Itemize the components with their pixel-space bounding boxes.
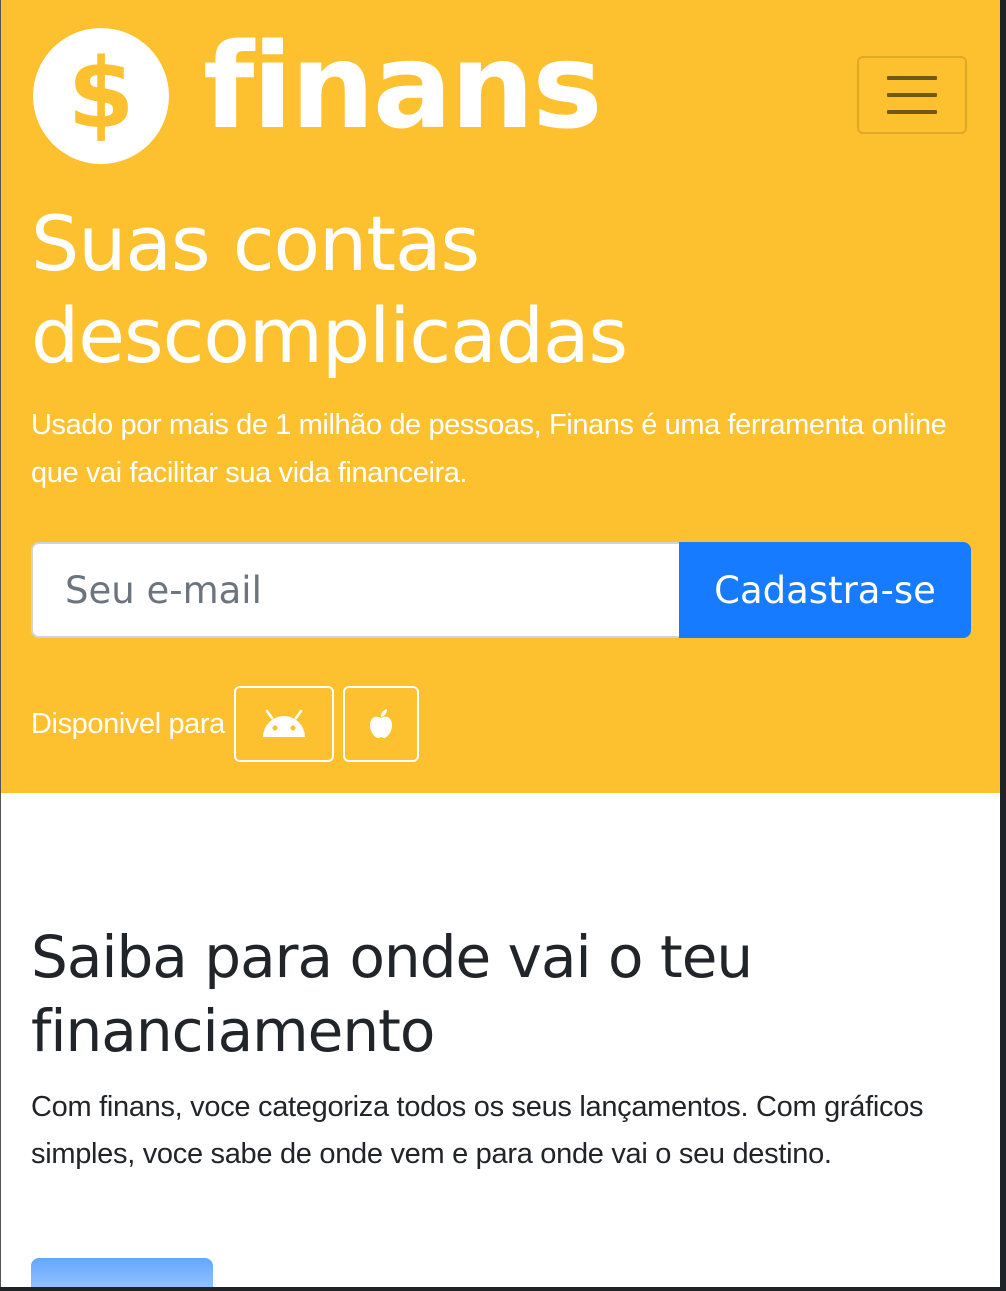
brand-symbol: $: [67, 38, 135, 150]
android-icon: [262, 709, 305, 737]
hero-lead-text: Usado por mais de 1 milhão de pessoas, F…: [31, 409, 947, 489]
brand-name: finans: [203, 17, 603, 155]
apple-store-button[interactable]: [342, 686, 419, 762]
apple-icon: [369, 709, 392, 738]
dollar-coin-icon: $: [33, 28, 169, 164]
brand-logo[interactable]: $ finans: [33, 17, 603, 164]
features-title: Saiba para onde vai o teu financiamento: [31, 923, 753, 1065]
android-store-button[interactable]: [233, 686, 334, 762]
features-text: Com finans, voce categoriza todos os seu…: [31, 1091, 924, 1170]
cta-button[interactable]: [31, 1258, 213, 1287]
hero-title: Suas contas descomplicadas: [31, 199, 628, 380]
signup-form: Cadastra-se: [31, 542, 971, 638]
navbar-toggle-button[interactable]: [857, 56, 967, 134]
available-platforms: Disponivel para: [31, 686, 428, 762]
browser-viewport: $ finans Suas contas descomplicadas Usad…: [0, 0, 1000, 1287]
hamburger-menu-icon: [887, 76, 937, 80]
email-input[interactable]: [31, 542, 679, 638]
signup-button[interactable]: Cadastra-se: [679, 542, 971, 638]
hero-section: $ finans Suas contas descomplicadas Usad…: [1, 0, 1000, 793]
available-label: Disponivel para: [31, 707, 225, 740]
